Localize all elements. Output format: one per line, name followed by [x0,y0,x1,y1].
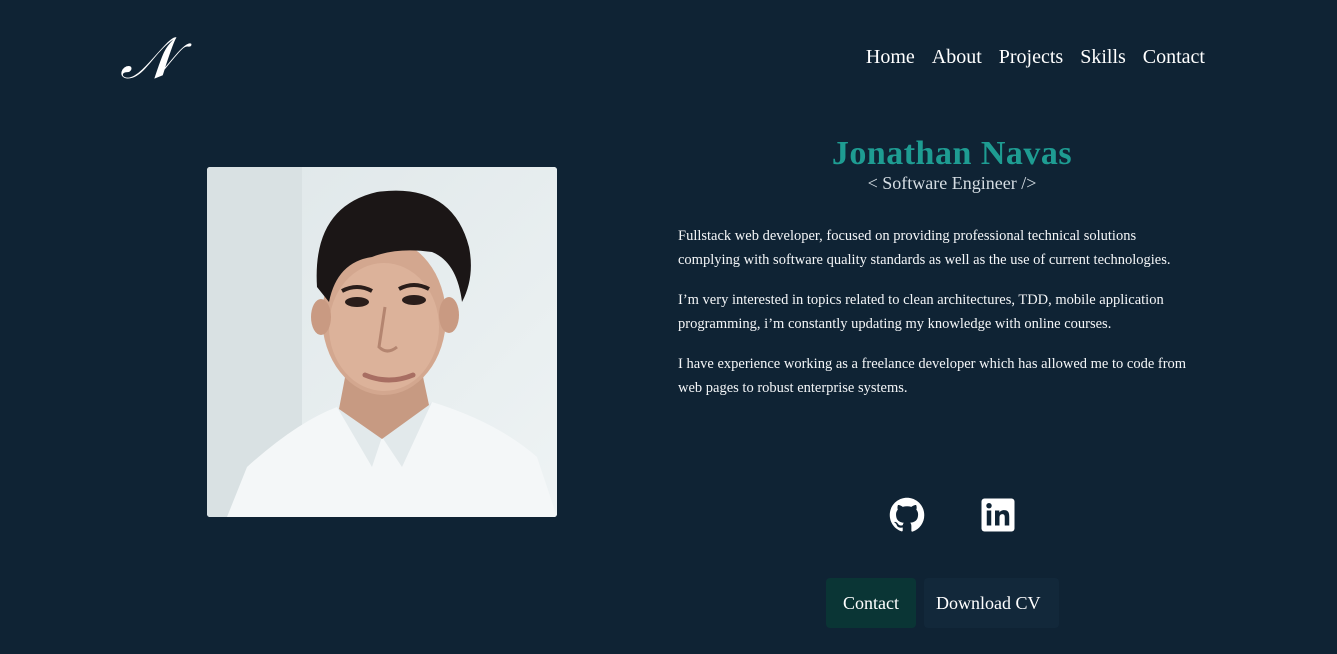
nav-link-about[interactable]: About [932,44,982,70]
profile-name: Jonathan Navas [831,135,1073,172]
download-cv-button[interactable]: Download CV [924,578,1059,628]
social-links [889,497,1016,537]
profile-bio: Fullstack web developer, focused on prov… [678,224,1198,400]
nav-link-projects[interactable]: Projects [999,44,1063,70]
logo[interactable]: 𝒩 [120,28,176,90]
profile-role: < Software Engineer /> [867,173,1037,193]
bio-paragraph: I have experience working as a freelance… [678,356,1187,396]
linkedin-icon [981,498,1015,532]
action-buttons: Contact Download CV [826,578,1059,628]
main-nav: Home About Projects Skills Contact [866,44,1205,70]
bio-paragraph: Fullstack web developer, focused on prov… [678,228,1171,268]
profile-photo [207,167,557,517]
bio-paragraph: I’m very interested in topics related to… [678,292,1164,332]
nav-link-skills[interactable]: Skills [1080,44,1126,70]
nav-link-contact[interactable]: Contact [1143,44,1205,70]
contact-button[interactable]: Contact [826,578,916,628]
page: 𝒩 Home About Projects Skills Contact Jon… [0,0,1337,654]
github-link[interactable] [889,497,925,537]
nav-link-home[interactable]: Home [866,44,915,70]
about-section: Jonathan Navas < Software Engineer /> Fu… [678,134,1198,416]
linkedin-link[interactable] [980,497,1016,537]
github-icon [889,497,925,532]
